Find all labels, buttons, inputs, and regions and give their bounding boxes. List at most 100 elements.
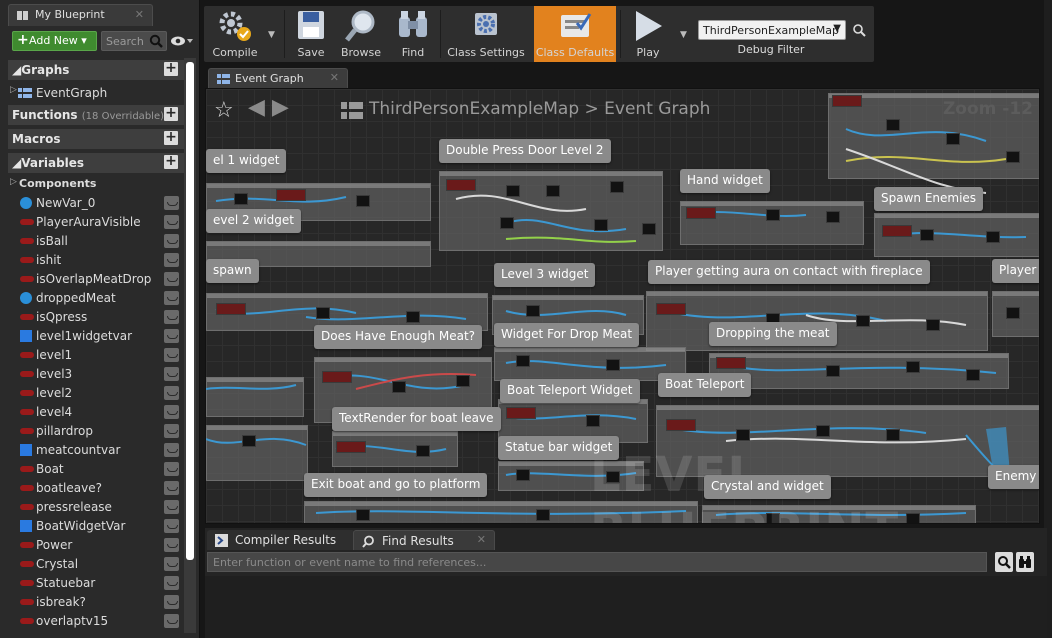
graph-node[interactable] bbox=[766, 209, 780, 221]
graph-node[interactable] bbox=[610, 181, 624, 193]
comment-label[interactable]: Hand widget bbox=[680, 169, 770, 193]
comment-label[interactable]: Level 3 widget bbox=[494, 263, 596, 287]
functions-section[interactable]: Functions (18 Overridable) + bbox=[8, 105, 184, 126]
visibility-eye-icon[interactable] bbox=[164, 557, 179, 571]
visibility-eye-icon[interactable] bbox=[164, 538, 179, 552]
variable-item[interactable]: BoatWidgetVar bbox=[8, 517, 184, 536]
visibility-eye-icon[interactable] bbox=[164, 405, 179, 419]
my-blueprint-tab[interactable]: My Blueprint ✕ bbox=[8, 4, 153, 26]
visibility-eye-icon[interactable] bbox=[164, 329, 179, 343]
visibility-eye-icon[interactable] bbox=[164, 253, 179, 267]
graph-node[interactable] bbox=[826, 211, 840, 223]
comment-label[interactable]: Player bbox=[992, 259, 1039, 283]
variable-item[interactable]: isbreak? bbox=[8, 593, 184, 612]
graph-node[interactable] bbox=[216, 303, 246, 315]
graph-node[interactable] bbox=[826, 365, 840, 377]
variable-item[interactable]: level2 bbox=[8, 384, 184, 403]
graph-node[interactable] bbox=[946, 133, 960, 145]
find-button[interactable]: Find bbox=[390, 6, 436, 62]
visibility-eye-icon[interactable] bbox=[164, 519, 179, 533]
graph-node[interactable] bbox=[416, 445, 430, 457]
graph-node[interactable] bbox=[886, 429, 900, 441]
variable-item[interactable]: Statuebar bbox=[8, 574, 184, 593]
variable-item[interactable]: Power bbox=[8, 536, 184, 555]
graph-node[interactable] bbox=[966, 369, 980, 381]
variable-item[interactable]: PlayerAuraVisible bbox=[8, 213, 184, 232]
class-settings-button[interactable]: Class Settings bbox=[444, 6, 528, 62]
variable-item[interactable]: level1 bbox=[8, 346, 184, 365]
graph-node[interactable] bbox=[586, 415, 600, 427]
visibility-eye-icon[interactable] bbox=[164, 310, 179, 324]
add-new-button[interactable]: + Add New ▾ bbox=[12, 31, 97, 51]
graph-node[interactable] bbox=[316, 307, 330, 319]
close-icon[interactable]: ✕ bbox=[477, 533, 486, 546]
graph-node[interactable] bbox=[546, 185, 560, 197]
variable-item[interactable]: meatcountvar bbox=[8, 441, 184, 460]
search-input[interactable]: Search bbox=[101, 31, 167, 51]
visibility-eye-icon[interactable] bbox=[164, 443, 179, 457]
graph-node[interactable] bbox=[506, 185, 520, 197]
variable-item[interactable]: ishit bbox=[8, 251, 184, 270]
graph-canvas[interactable]: LEVEL BLUEPRINT ☆ ◀ ▶ ThirdPersonExample… bbox=[205, 88, 1040, 524]
browse-button[interactable]: Browse bbox=[336, 6, 386, 62]
visibility-eye-icon[interactable] bbox=[164, 367, 179, 381]
tab-find-results[interactable]: Find Results ✕ bbox=[353, 530, 495, 550]
visibility-eye-icon[interactable] bbox=[164, 291, 179, 305]
comment-label[interactable]: el 1 widget bbox=[206, 149, 287, 173]
visibility-eye-icon[interactable] bbox=[164, 348, 179, 362]
find-in-all-blueprints-button[interactable] bbox=[1016, 552, 1034, 572]
visibility-eye-icon[interactable] bbox=[164, 462, 179, 476]
comment-label[interactable]: Exit boat and go to platform bbox=[304, 473, 488, 497]
comment-label[interactable]: evel 2 widget bbox=[206, 209, 301, 233]
graph-node[interactable] bbox=[242, 435, 256, 447]
comment-label[interactable]: Enemy S bbox=[988, 465, 1039, 489]
visibility-eye-icon[interactable] bbox=[164, 196, 179, 210]
graph-node[interactable] bbox=[666, 419, 696, 431]
graph-node[interactable] bbox=[1006, 151, 1020, 163]
comment-label[interactable]: Crystal and widget bbox=[704, 475, 831, 499]
graph-item-eventgraph[interactable]: ▷ EventGraph bbox=[8, 84, 184, 103]
graph-node[interactable] bbox=[500, 217, 514, 229]
graph-node[interactable] bbox=[516, 469, 530, 481]
graph-node[interactable] bbox=[506, 407, 536, 419]
graph-node[interactable] bbox=[906, 361, 920, 373]
compile-options-chevron-icon[interactable]: ▼ bbox=[268, 30, 275, 40]
graph-node[interactable] bbox=[406, 311, 420, 323]
graph-node[interactable] bbox=[816, 425, 830, 437]
close-icon[interactable]: ✕ bbox=[330, 71, 339, 84]
graph-node[interactable] bbox=[642, 223, 656, 235]
graph-node[interactable] bbox=[986, 231, 1000, 243]
graph-node[interactable] bbox=[920, 229, 934, 241]
variable-item[interactable]: pillardrop bbox=[8, 422, 184, 441]
comment-label[interactable]: Spawn Enemies bbox=[874, 187, 984, 211]
left-panel-scrollbar[interactable] bbox=[184, 58, 196, 633]
add-graph-button[interactable]: + bbox=[164, 61, 178, 76]
tab-event-graph[interactable]: Event Graph ✕ bbox=[208, 68, 348, 88]
graphs-section[interactable]: ◢Graphs + bbox=[8, 60, 184, 81]
variable-item[interactable]: isBall bbox=[8, 232, 184, 251]
graph-node[interactable] bbox=[656, 303, 686, 315]
visibility-eye-icon[interactable] bbox=[164, 215, 179, 229]
graph-node[interactable] bbox=[526, 305, 540, 317]
variable-item[interactable]: pressrelease bbox=[8, 498, 184, 517]
variable-item[interactable]: droppedMeat bbox=[8, 289, 184, 308]
debug-search-icon[interactable] bbox=[852, 23, 866, 37]
graph-node[interactable] bbox=[392, 381, 406, 393]
graph-node[interactable] bbox=[276, 189, 306, 201]
compile-button[interactable]: Compile bbox=[204, 6, 266, 62]
scrollbar-thumb[interactable] bbox=[186, 62, 194, 560]
variables-section[interactable]: ◢Variables + bbox=[8, 153, 184, 174]
visibility-eye-icon[interactable] bbox=[164, 272, 179, 286]
comment-label[interactable]: Widget For Drop Meat bbox=[494, 323, 640, 347]
graph-node[interactable] bbox=[516, 355, 530, 367]
visibility-eye-icon[interactable] bbox=[164, 500, 179, 514]
comment-label[interactable]: Player getting aura on contact with fire… bbox=[648, 260, 930, 284]
graph-node[interactable] bbox=[594, 219, 608, 231]
find-references-input[interactable]: Enter function or event name to find ref… bbox=[207, 552, 987, 572]
graph-node[interactable] bbox=[606, 359, 620, 371]
visibility-eye-icon[interactable] bbox=[164, 614, 179, 628]
variable-item[interactable]: isOverlapMeatDrop bbox=[8, 270, 184, 289]
variable-item[interactable]: boatleave? bbox=[8, 479, 184, 498]
macros-section[interactable]: Macros + bbox=[8, 129, 184, 150]
graph-node[interactable] bbox=[456, 375, 470, 387]
